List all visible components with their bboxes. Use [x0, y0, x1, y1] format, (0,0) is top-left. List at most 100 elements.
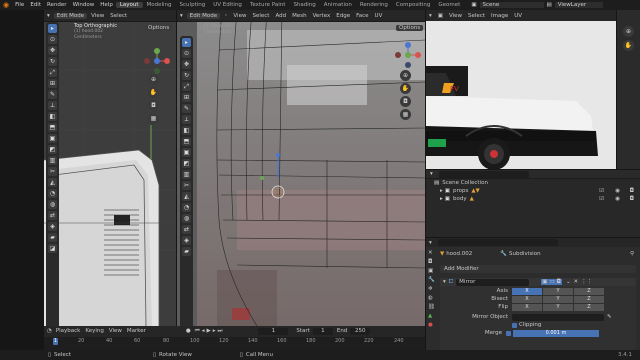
axis-y-toggle[interactable]: Y	[543, 287, 573, 295]
tab-shading[interactable]: Shading	[289, 2, 319, 8]
loop-cut-icon[interactable]: ▥	[182, 170, 191, 179]
axis-z-toggle[interactable]: Z	[574, 287, 604, 295]
render-tab-icon[interactable]: ◘	[428, 259, 435, 265]
menu-view[interactable]: View	[446, 13, 465, 19]
editor-type-icon[interactable]: ▾	[426, 13, 435, 19]
particles-tab-icon[interactable]: ✲	[428, 286, 435, 292]
render-toggle-icon[interactable]: ◘	[555, 279, 562, 285]
merge-checkbox[interactable]	[506, 330, 511, 336]
menu-window[interactable]: Window	[70, 2, 98, 8]
measure-icon[interactable]: ⟂	[48, 101, 57, 110]
merge-distance-field[interactable]: 0.001 m	[513, 329, 599, 337]
options-button[interactable]: Options	[396, 24, 424, 31]
mode-selector[interactable]: Edit Mode	[53, 12, 88, 19]
menu-render[interactable]: Render	[44, 2, 70, 8]
blender-logo-icon[interactable]: ◉	[0, 1, 12, 9]
camera-icon[interactable]: ◘	[400, 96, 411, 107]
material-tab-icon[interactable]: ●	[428, 322, 435, 328]
main-viewport[interactable]: ▾ Edit Mode ◦ View Select Add Mesh Verte…	[177, 10, 425, 326]
mode-selector[interactable]: Edit Mode	[186, 12, 221, 19]
menu-mesh[interactable]: Mesh	[289, 13, 309, 19]
next-key-icon[interactable]: ▸	[213, 328, 216, 334]
eyedropper-icon[interactable]: ✎	[607, 314, 612, 320]
modifier-name-field[interactable]: Mirror	[456, 278, 530, 286]
flip-x-toggle[interactable]: X	[512, 303, 542, 311]
smooth-icon[interactable]: ◍	[182, 214, 191, 223]
outliner-search[interactable]	[438, 170, 529, 178]
prev-key-icon[interactable]: ◂	[202, 328, 205, 334]
flip-y-toggle[interactable]: Y	[543, 303, 573, 311]
transform-icon[interactable]: ⊞	[182, 93, 191, 102]
menu-keying[interactable]: Keying	[85, 328, 103, 334]
uv-mode-icon[interactable]: ▣	[435, 13, 446, 19]
mirror-object-field[interactable]	[512, 313, 604, 321]
expand-arrow-icon[interactable]: ▸	[440, 196, 443, 202]
bevel-icon[interactable]: ◩	[48, 145, 57, 154]
visibility-eye-icon[interactable]: ◉	[615, 196, 620, 202]
zoom-icon[interactable]: ⊕	[400, 70, 411, 81]
tab-compositing[interactable]: Compositing	[392, 2, 434, 8]
tab-layout[interactable]: Layout	[115, 2, 143, 8]
navigation-gizmo[interactable]	[144, 48, 170, 74]
edge-slide-icon[interactable]: ⇄	[48, 211, 57, 220]
tab-modeling[interactable]: Modeling	[143, 2, 176, 8]
viewport-toggle-icon[interactable]: ▭	[548, 279, 556, 285]
menu-vertex[interactable]: Vertex	[310, 13, 334, 19]
poly-build-icon[interactable]: ◭	[182, 192, 191, 201]
pan-hand-icon[interactable]: ✋	[148, 87, 159, 98]
tab-animation[interactable]: Animation	[320, 2, 356, 8]
menu-uv[interactable]: UV	[511, 13, 525, 19]
menu-select[interactable]: Select	[107, 13, 130, 19]
jump-start-icon[interactable]: ⏮	[195, 328, 200, 335]
shrink-icon[interactable]: ◈	[48, 222, 57, 231]
jump-end-icon[interactable]: ⏭	[217, 328, 222, 335]
tab-rendering[interactable]: Rendering	[356, 2, 392, 8]
menu-file[interactable]: File	[12, 2, 27, 8]
rip-icon[interactable]: ◪	[48, 244, 57, 253]
menu-playback[interactable]: Playback	[56, 328, 81, 334]
record-icon[interactable]: ●	[186, 328, 191, 334]
visibility-eye-icon[interactable]: ◉	[615, 188, 620, 194]
menu-image[interactable]: Image	[488, 13, 511, 19]
menu-help[interactable]: Help	[97, 2, 116, 8]
add-cube-icon[interactable]: ◧	[48, 112, 57, 121]
collapse-arrow-icon[interactable]: ▾	[443, 279, 446, 285]
end-frame-field[interactable]: 250	[350, 327, 371, 335]
select-box-icon[interactable]: ▸	[182, 38, 191, 47]
editor-type-icon[interactable]: ◔	[47, 328, 52, 334]
menu-view[interactable]: View	[109, 328, 122, 334]
scene-selector[interactable]: Scene	[479, 2, 544, 8]
rotate-icon[interactable]: ↻	[182, 71, 191, 80]
vertex-select-icon[interactable]: ◦	[221, 13, 230, 19]
editmode-toggle-icon[interactable]: ▣	[541, 279, 549, 285]
outliner-item-body[interactable]: ▸ ▣ body ▲ ☑ ◉ ◘	[426, 195, 640, 203]
drag-handle-icon[interactable]: ⋮⋮	[581, 279, 592, 285]
remove-modifier-icon[interactable]: ✕	[574, 279, 579, 285]
rotate-icon[interactable]: ↻	[48, 57, 57, 66]
render-camera-icon[interactable]: ◘	[630, 188, 634, 194]
pan-hand-icon[interactable]: ✋	[623, 40, 634, 51]
bevel-icon[interactable]: ◩	[182, 159, 191, 168]
outliner-filter-icon[interactable]: ▾	[430, 171, 433, 177]
modifier-tab-icon[interactable]: 🔧	[428, 277, 435, 283]
editor-type-icon[interactable]: ▾	[44, 13, 53, 19]
knife-icon[interactable]: ✂	[182, 181, 191, 190]
shrink-icon[interactable]: ◈	[182, 236, 191, 245]
spin-icon[interactable]: ◔	[182, 203, 191, 212]
left-viewport[interactable]: ▾ Edit Mode View Select Top Orthographic…	[44, 10, 176, 326]
grid-icon[interactable]: ▦	[400, 109, 411, 120]
pan-hand-icon[interactable]: ✋	[400, 83, 411, 94]
navigation-gizmo[interactable]	[395, 42, 421, 68]
clipping-checkbox[interactable]	[512, 322, 517, 328]
annotate-icon[interactable]: ✎	[182, 104, 191, 113]
output-tab-icon[interactable]: ▣	[428, 268, 435, 274]
tool-tab-icon[interactable]: ✕	[428, 250, 435, 256]
menu-edit[interactable]: Edit	[27, 2, 44, 8]
menu-select[interactable]: Select	[465, 13, 488, 19]
options-button[interactable]: Options	[145, 24, 173, 31]
extrude-icon[interactable]: ⬒	[48, 123, 57, 132]
add-cube-icon[interactable]: ◧	[182, 126, 191, 135]
flip-z-toggle[interactable]: Z	[574, 303, 604, 311]
properties-search[interactable]	[437, 239, 558, 246]
render-camera-icon[interactable]: ◘	[630, 196, 634, 202]
